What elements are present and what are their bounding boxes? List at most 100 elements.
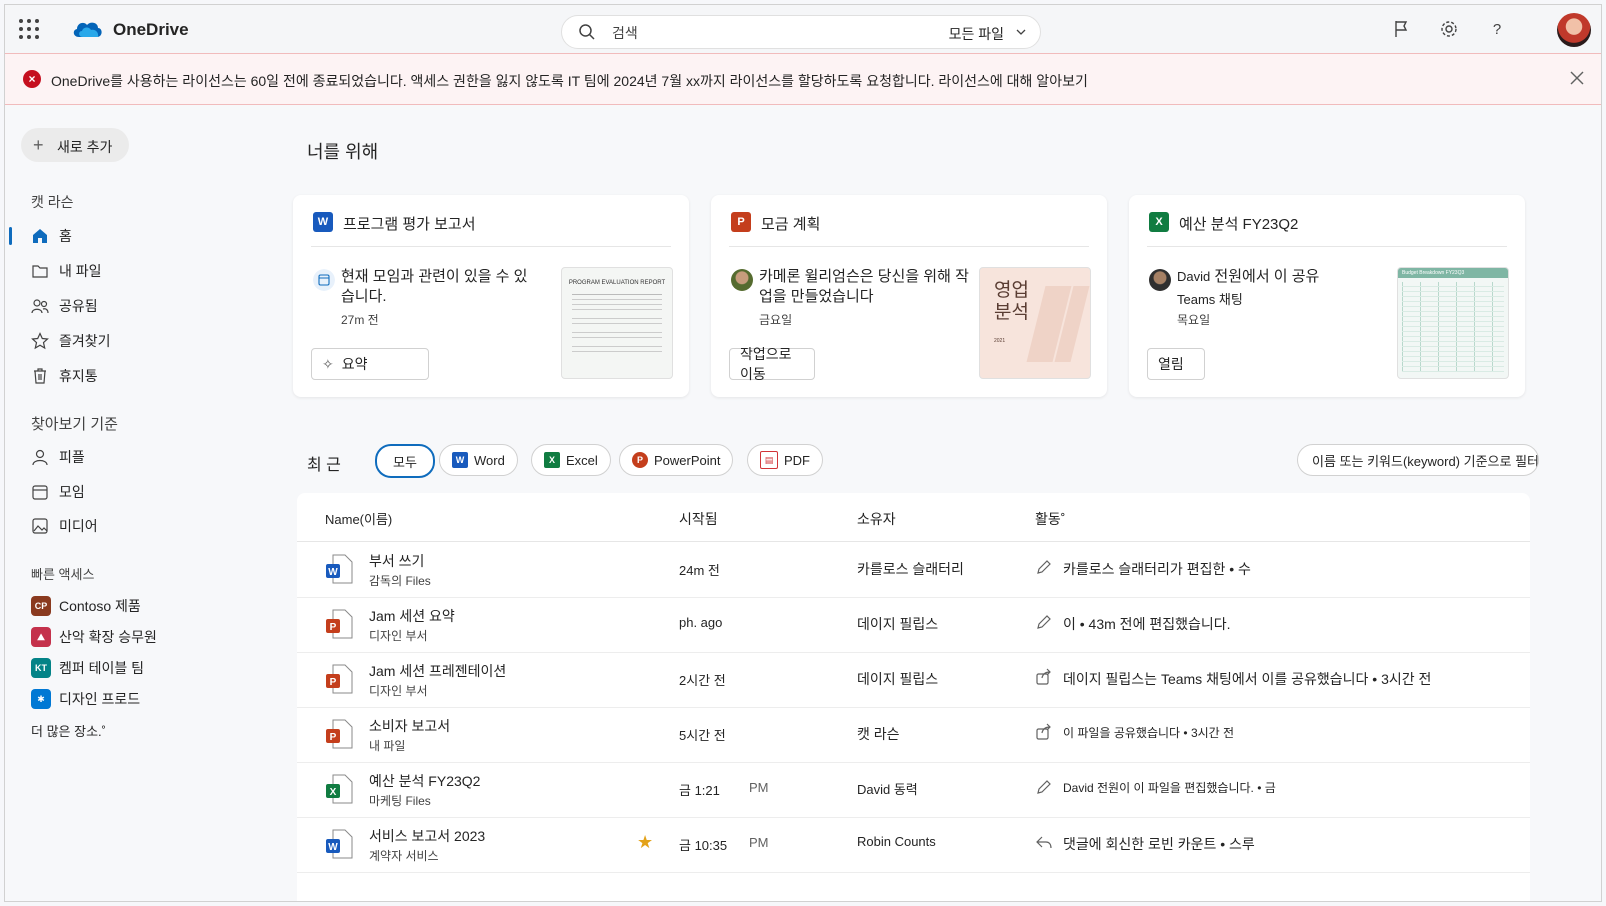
- card-title[interactable]: 모금 계획: [761, 213, 820, 234]
- star-icon: [31, 332, 49, 350]
- sidebar: + 새로 추가 캣 라슨 홈 내 파일 공유됨 즐겨찾기 휴지통 찾아보기 기준…: [5, 104, 267, 901]
- quick-access-item[interactable]: KT 켐퍼 테이블 팀: [31, 657, 144, 679]
- owner: 데이지 필립스: [857, 616, 939, 632]
- pill-label: Word: [474, 452, 505, 468]
- excel-icon: X: [1149, 212, 1169, 232]
- more-places-link[interactable]: 더 많은 장소.˚: [31, 719, 106, 741]
- file-name[interactable]: Jam 세션 프레젠테이션: [369, 661, 506, 681]
- file-name[interactable]: 서비스 보고서 2023: [369, 826, 485, 846]
- app-launcher-icon[interactable]: [19, 19, 39, 39]
- quick-access-label: 디자인 프로드: [59, 691, 141, 707]
- column-header-activity[interactable]: 활동˚: [1035, 509, 1065, 529]
- file-location: 디자인 부서: [369, 629, 428, 643]
- activity: 댓글에 회신한 로빈 카운트 • 스루: [1063, 836, 1255, 852]
- owner: 데이지 필립스: [857, 671, 939, 687]
- sidebar-item-label: 즐겨찾기: [59, 333, 111, 349]
- sidebar-item-my-files[interactable]: 내 파일: [31, 258, 102, 284]
- powerpoint-icon: P: [632, 452, 648, 468]
- thumb-title: Budget Breakdown FY23Q3: [1398, 268, 1508, 278]
- table-row[interactable]: X 예산 분석 FY23Q2 마케팅 Files 금 1:21 PM David…: [297, 762, 1530, 818]
- file-location: 계약자 서비스: [369, 849, 439, 863]
- chevron-down-icon[interactable]: [1016, 27, 1026, 37]
- word-icon: W: [313, 212, 333, 232]
- help-icon[interactable]: ?: [1487, 19, 1507, 39]
- sidebar-item-label: 미디어: [59, 518, 98, 534]
- table-row[interactable]: W 서비스 보고서 2023 계약자 서비스 ★ 금 10:35 PM Robi…: [297, 817, 1530, 873]
- gear-icon[interactable]: [1439, 19, 1459, 39]
- sidebar-item-recycle-bin[interactable]: 휴지통: [31, 363, 98, 389]
- flag-icon[interactable]: [1391, 19, 1411, 39]
- edit-icon: [1037, 615, 1051, 629]
- file-name[interactable]: 소비자 보고서: [369, 716, 450, 736]
- error-icon: ×: [23, 70, 41, 88]
- recommended-file-card[interactable]: X 예산 분석 FY23Q2 David 전원에서 이 공유 Teams 채팅 …: [1129, 195, 1525, 397]
- summarize-button[interactable]: ✧ 요약: [311, 348, 429, 380]
- plus-icon: +: [33, 135, 44, 155]
- filter-word-pill[interactable]: W Word: [439, 444, 518, 476]
- quick-access-item[interactable]: ⛰ 산악 확장 승무원: [31, 626, 157, 648]
- filter-powerpoint-pill[interactable]: P PowerPoint: [619, 444, 734, 476]
- favorite-star-icon[interactable]: ★: [637, 832, 653, 853]
- person-icon: [32, 449, 48, 466]
- search-scope-dropdown[interactable]: 모든 파일: [949, 24, 1004, 44]
- sidebar-item-favorites[interactable]: 즐겨찾기: [31, 328, 111, 354]
- column-header-name[interactable]: Name(이름): [325, 509, 392, 528]
- quick-access-label: 켐퍼 테이블 팀: [59, 660, 145, 676]
- edit-icon: [1037, 780, 1051, 794]
- recommended-file-card[interactable]: W 프로그램 평가 보고서 현재 모임과 관련이 있을 수 있습니다. 27m …: [293, 195, 689, 397]
- sidebar-item-home[interactable]: 홈: [9, 223, 72, 249]
- card-title[interactable]: 예산 분석 FY23Q2: [1179, 213, 1298, 234]
- sidebar-item-meetings[interactable]: 모임: [31, 479, 85, 505]
- search-box[interactable]: 검색 모든 파일: [561, 15, 1041, 49]
- owner: 카를로스 슬래터리: [857, 561, 964, 577]
- table-row[interactable]: P Jam 세션 프레젠테이션 디자인 부서 2시간 전 데이지 필립스 데이지…: [297, 652, 1530, 708]
- powerpoint-icon: P: [731, 212, 751, 232]
- action-label: 작업으로 이동: [740, 346, 792, 382]
- quick-access-item[interactable]: ✱ 디자인 프로드: [31, 688, 140, 710]
- table-row[interactable]: P 소비자 보고서 내 파일 5시간 전 캣 라슨 이 파일을 공유했습니다 •…: [297, 707, 1530, 763]
- recent-title: 최 근: [307, 457, 341, 474]
- activity: 이 • 43m 전에 편집했습니다.: [1063, 616, 1231, 632]
- sidebar-item-people[interactable]: 피플: [31, 444, 85, 470]
- app-name[interactable]: OneDrive: [113, 20, 189, 40]
- filter-all-pill[interactable]: 모두: [375, 444, 435, 478]
- column-header-opened[interactable]: 시작됨: [679, 509, 718, 529]
- svg-text:P: P: [330, 732, 337, 743]
- go-to-task-button[interactable]: 작업으로 이동: [729, 346, 815, 382]
- filter-pdf-pill[interactable]: ▤ PDF: [747, 444, 823, 476]
- add-new-button[interactable]: + 새로 추가: [21, 128, 129, 162]
- quick-access-item[interactable]: CP Contoso 제품: [31, 595, 141, 617]
- table-row[interactable]: W 부서 쓰기 감독의 Files 24m 전 카를로스 슬래터리 카를로스 슬…: [297, 542, 1530, 598]
- file-name[interactable]: 예산 분석 FY23Q2: [369, 771, 480, 791]
- file-location: 디자인 부서: [369, 684, 428, 698]
- site-badge: CP: [31, 596, 51, 616]
- card-time: 금요일: [759, 313, 793, 327]
- user-avatar[interactable]: [1557, 13, 1591, 47]
- file-location: 마케팅 Files: [369, 794, 431, 808]
- search-input[interactable]: 검색: [612, 23, 638, 43]
- avatar: [1149, 269, 1171, 291]
- quick-access-label: Contoso 제품: [59, 598, 141, 614]
- sidebar-item-media[interactable]: 미디어: [31, 513, 98, 539]
- pill-label: Excel: [566, 452, 598, 468]
- opened-ampm: PM: [749, 835, 769, 850]
- column-header-owner[interactable]: 소유자: [857, 509, 896, 529]
- close-icon[interactable]: [1567, 68, 1587, 88]
- card-reason: 현재 모임과 관련이 있을 수 있습니다.: [341, 268, 528, 305]
- filter-excel-pill[interactable]: X Excel: [531, 444, 611, 476]
- card-reason-source: Teams 채팅: [1177, 292, 1243, 307]
- card-title[interactable]: 프로그램 평가 보고서: [343, 213, 476, 234]
- filter-input[interactable]: 이름 또는 키워드(keyword) 기준으로 필터링: [1297, 444, 1539, 476]
- add-new-label: 새로 추가: [57, 139, 113, 155]
- file-name[interactable]: 부서 쓰기: [369, 551, 424, 571]
- opened-ampm: PM: [749, 780, 769, 795]
- table-row[interactable]: P Jam 세션 요약 디자인 부서 ph. ago 데이지 필립스 이 • 4…: [297, 597, 1530, 653]
- sidebar-item-label: 내 파일: [59, 263, 102, 279]
- sparkle-icon: ✧: [322, 355, 334, 372]
- file-name[interactable]: Jam 세션 요약: [369, 606, 455, 626]
- activity: David 전원이 이 파일을 편집했습니다. • 금: [1063, 781, 1276, 795]
- sidebar-item-shared[interactable]: 공유됨: [31, 293, 98, 319]
- recommended-file-card[interactable]: P 모금 계획 카메론 윌리엄슨은 당신을 위해 작업을 만들었습니다 금요일 …: [711, 195, 1107, 397]
- open-button[interactable]: 열림: [1147, 348, 1205, 380]
- pill-label: PowerPoint: [654, 452, 721, 468]
